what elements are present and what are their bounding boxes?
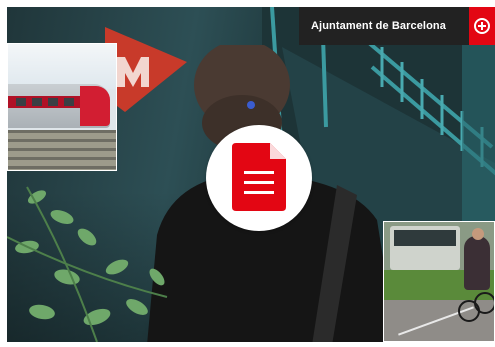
barcelona-seal-icon [469, 7, 495, 45]
bus-cyclist-photo [383, 221, 495, 342]
train-photo [7, 43, 117, 171]
brand-name: Ajuntament de Barcelona [311, 20, 446, 32]
plant-graphic [7, 186, 168, 342]
document-icon [232, 143, 286, 211]
open-document-button[interactable] [206, 125, 312, 231]
brand-header: Ajuntament de Barcelona [299, 7, 495, 45]
